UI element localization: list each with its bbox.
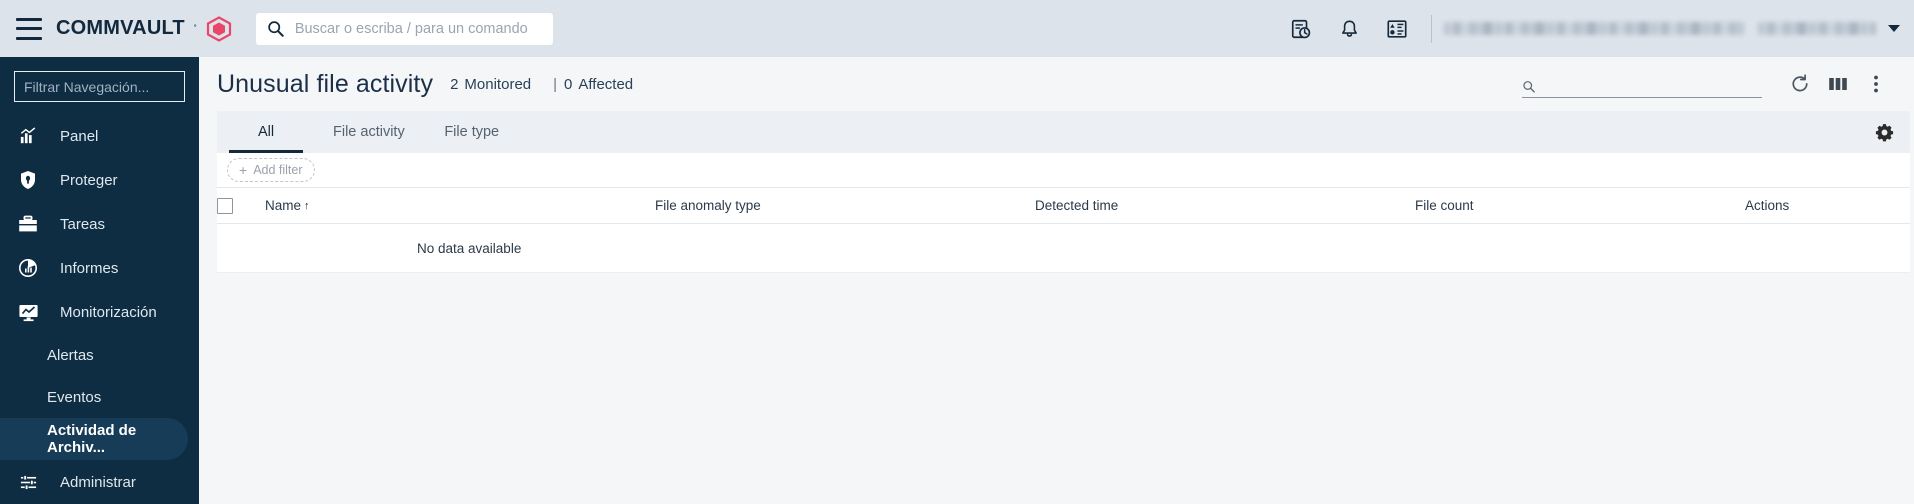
column-header-label: Actions [1745, 198, 1790, 213]
dashboard-chart-icon [16, 125, 40, 147]
monitor-chart-icon [16, 301, 40, 323]
chevron-down-icon[interactable] [1888, 25, 1900, 32]
column-header-label: File anomaly type [655, 198, 761, 213]
sidebar-item-label: Monitorización [60, 303, 157, 321]
user-account-name[interactable] [1444, 22, 1744, 35]
sidebar-item-panel[interactable]: Panel [0, 114, 199, 158]
tab-label: File activity [333, 124, 405, 140]
refresh-icon[interactable] [1784, 68, 1816, 100]
gear-icon[interactable] [1875, 111, 1910, 153]
tab-all[interactable]: All [217, 111, 315, 153]
sidebar-item-label: Alertas [47, 346, 94, 364]
alerts-panel-icon[interactable] [1382, 14, 1412, 44]
tab-bar: All File activity File type [217, 111, 1910, 153]
unusual-file-activity-table: Name ↑ File anomaly type Detected time Fi… [217, 187, 1910, 273]
sidebar-item-proteger[interactable]: Proteger [0, 158, 199, 202]
sidebar-item-informes[interactable]: Informes [0, 246, 199, 290]
sidebar-item-label: Eventos [47, 388, 102, 406]
tab-label: File type [444, 124, 500, 140]
stat-affected-value: 0 [564, 75, 573, 93]
column-actions: Actions [1745, 187, 1910, 224]
sidebar-item-label: Informes [60, 259, 119, 277]
tab-file-type[interactable]: File type [423, 111, 521, 153]
table-empty-row: No data available [217, 223, 1910, 273]
sidebar: Panel Proteger Tareas [0, 57, 199, 504]
hamburger-icon[interactable] [16, 17, 44, 40]
sidebar-item-monitorizacion[interactable]: Monitorización [0, 290, 199, 334]
column-file-anomaly-type[interactable]: File anomaly type [655, 187, 1035, 224]
column-select-all [217, 187, 265, 224]
sidebar-item-label: Tareas [60, 215, 106, 233]
table-body: No data available [217, 223, 1910, 273]
main-content: Unusual file activity 2 Monitored | 0 Af… [199, 57, 1914, 504]
clipboard-clock-icon[interactable] [1286, 14, 1316, 44]
briefcase-icon [16, 213, 40, 235]
stat-monitored-label: Monitored [464, 75, 532, 93]
search-icon [1523, 80, 1535, 93]
stat-separator: | [553, 75, 558, 93]
report-donut-icon [16, 257, 40, 279]
brand-logo[interactable]: COMMVAULT ˚ [56, 15, 232, 42]
filter-row: + Add filter [217, 153, 1910, 187]
table-header-row: Name ↑ File anomaly type Detected time Fi… [217, 187, 1910, 224]
sort-ascending-icon: ↑ [304, 200, 310, 212]
top-bar-right [1277, 0, 1914, 57]
page-toolbar [1522, 68, 1914, 100]
top-bar-divider [1431, 14, 1432, 43]
sidebar-filter-input[interactable] [14, 71, 185, 102]
sidebar-item-label: Administrar [60, 473, 136, 491]
brand-name: COMMVAULT [56, 17, 185, 39]
tab-file-activity[interactable]: File activity [315, 111, 423, 153]
sidebar-item-tareas[interactable]: Tareas [0, 202, 199, 246]
empty-state-message: No data available [217, 223, 1910, 273]
sidebar-nav-list: Panel Proteger Tareas Informes Monitoriz… [0, 114, 199, 504]
bell-icon[interactable] [1334, 14, 1364, 44]
page-title: Unusual file activity [217, 69, 434, 98]
sidebar-item-label: Panel [60, 127, 99, 145]
table-panel: + Add filter Name ↑ File anomaly type De… [217, 153, 1910, 273]
column-header-label: Detected time [1035, 198, 1119, 213]
column-detected-time[interactable]: Detected time [1035, 187, 1415, 224]
add-filter-label: Add filter [253, 163, 303, 177]
kebab-menu-icon[interactable] [1860, 68, 1892, 100]
stat-monitored: 2 Monitored [450, 76, 531, 93]
search-icon [268, 21, 284, 37]
shield-icon [16, 169, 40, 191]
sliders-icon [16, 471, 40, 493]
column-file-count[interactable]: File count [1415, 187, 1745, 224]
stat-affected-label: Affected [578, 75, 634, 93]
column-header-label: Name [265, 198, 302, 213]
stat-monitored-value: 2 [450, 75, 459, 93]
column-header-label: File count [1415, 198, 1474, 213]
top-bar: COMMVAULT ˚ [0, 0, 1914, 57]
sidebar-item-label: Actividad de Archiv... [47, 422, 137, 456]
page-header: Unusual file activity 2 Monitored | 0 Af… [199, 57, 1914, 111]
sidebar-item-administrar[interactable]: Administrar [0, 460, 199, 504]
commvault-cube-logo [206, 15, 231, 42]
column-name[interactable]: Name ↑ [265, 187, 655, 224]
add-filter-button[interactable]: + Add filter [227, 158, 315, 182]
plus-icon: + [239, 162, 248, 178]
sidebar-item-actividad-de-archivos[interactable]: Actividad de Archiv... [0, 418, 188, 460]
select-all-checkbox[interactable] [217, 197, 233, 214]
user-company-name[interactable] [1758, 22, 1876, 35]
table-search-input[interactable] [1541, 75, 1762, 94]
table-search[interactable] [1522, 71, 1762, 98]
search-input[interactable] [292, 19, 542, 38]
sidebar-item-eventos[interactable]: Eventos [0, 376, 199, 418]
tab-label: All [257, 124, 275, 140]
brand-trademark: ˚ [193, 23, 197, 34]
sidebar-item-alertas[interactable]: Alertas [0, 334, 199, 376]
columns-icon[interactable] [1822, 68, 1854, 100]
stat-affected: 0 Affected [564, 76, 633, 93]
global-search[interactable] [255, 12, 553, 45]
table-header: Name ↑ File anomaly type Detected time Fi… [217, 187, 1910, 224]
sidebar-item-label: Proteger [60, 171, 118, 189]
